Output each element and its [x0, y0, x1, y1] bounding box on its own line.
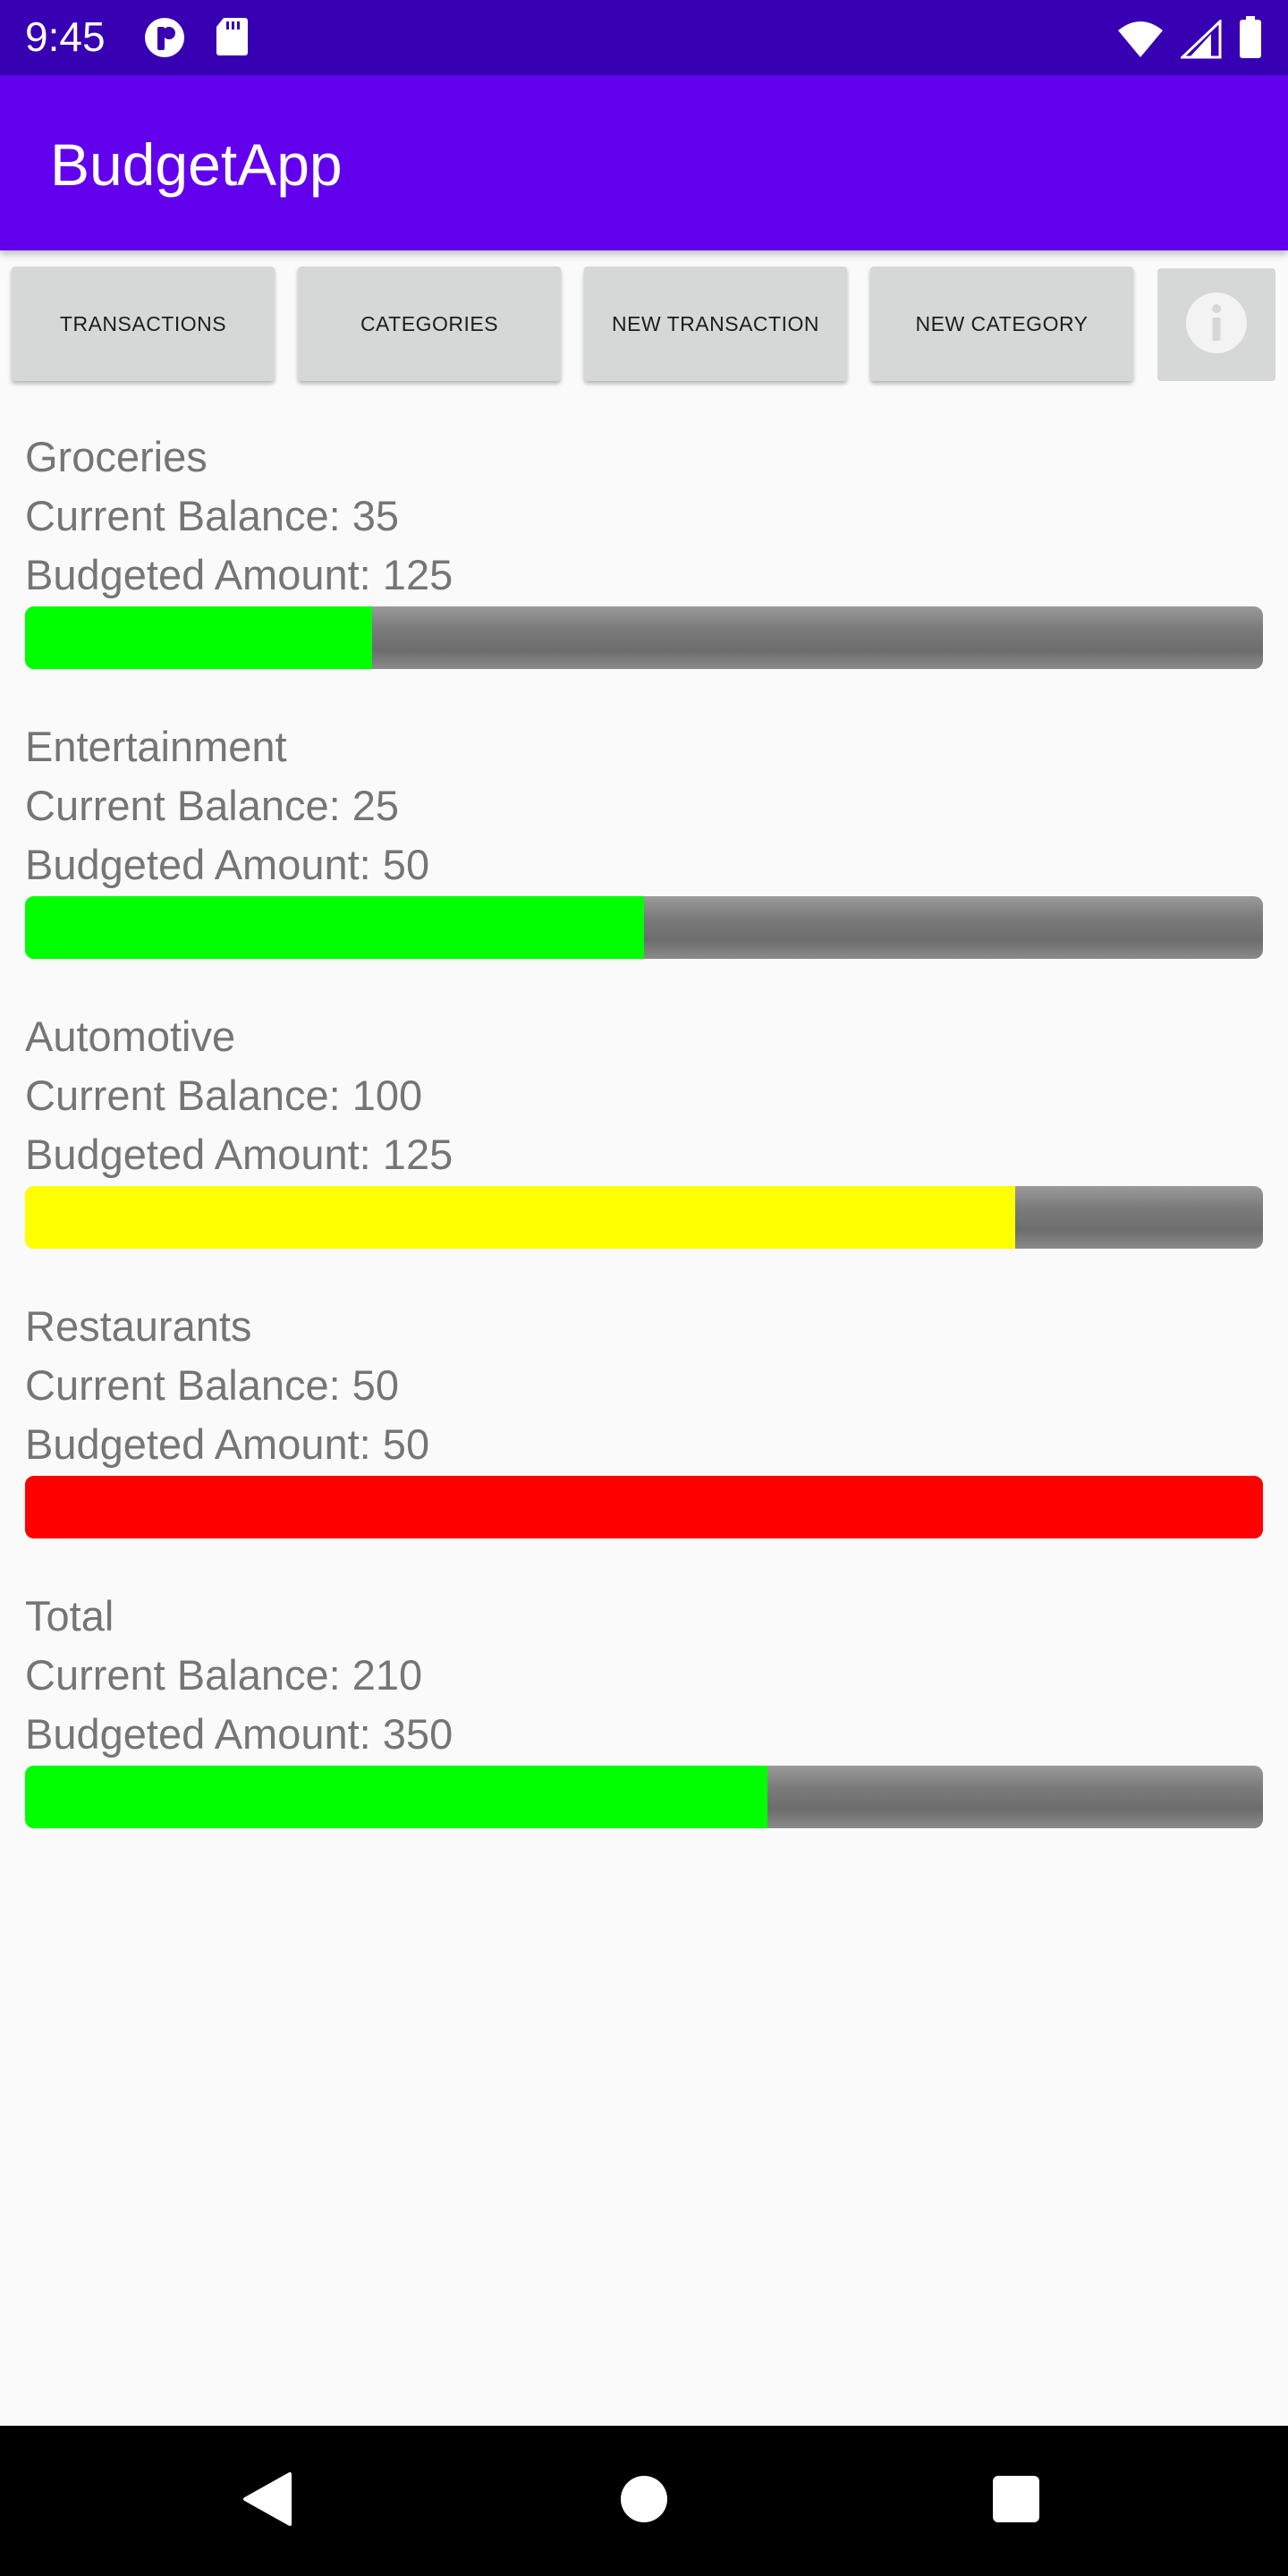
- category-item: Automotive Current Balance: 100 Budgeted…: [25, 1007, 1263, 1249]
- budgeted-amount-text: Budgeted Amount: 125: [25, 1131, 453, 1178]
- current-balance-text: Current Balance: 35: [25, 492, 400, 539]
- category-name: Entertainment: [25, 723, 287, 770]
- budget-progress-fill: [25, 606, 372, 669]
- budget-progress-bar: [25, 896, 1263, 959]
- category-name: Automotive: [25, 1013, 236, 1060]
- budget-progress-bar: [25, 1186, 1263, 1249]
- budget-progress-bar: [25, 606, 1263, 669]
- current-balance-text: Current Balance: 25: [25, 782, 400, 829]
- category-name: Groceries: [25, 433, 208, 480]
- current-balance-text: Current Balance: 100: [25, 1072, 423, 1119]
- app-title: BudgetApp: [50, 131, 343, 198]
- back-icon[interactable]: [242, 2470, 293, 2532]
- recents-icon[interactable]: [993, 2476, 1039, 2522]
- sd-card-icon: [215, 16, 249, 64]
- status-time: 9:45: [25, 13, 106, 60]
- new-category-button[interactable]: NEW CATEGORY: [870, 267, 1133, 381]
- app-bar: BudgetApp: [0, 75, 1288, 250]
- budget-progress-fill: [25, 1766, 768, 1828]
- category-item: Restaurants Current Balance: 50 Budgeted…: [25, 1297, 1263, 1538]
- category-item: Total Current Balance: 210 Budgeted Amou…: [25, 1587, 1263, 1828]
- tab-row: TRANSACTIONS CATEGORIES NEW TRANSACTION …: [0, 267, 1288, 383]
- budgeted-amount-text: Budgeted Amount: 350: [25, 1710, 453, 1758]
- category-item: Entertainment Current Balance: 25 Budget…: [25, 717, 1263, 959]
- budget-progress-fill: [25, 1476, 1263, 1538]
- budgeted-amount-text: Budgeted Amount: 125: [25, 551, 453, 598]
- category-item: Groceries Current Balance: 35 Budgeted A…: [25, 428, 1263, 669]
- wifi-icon: [1116, 20, 1165, 64]
- status-bar: 9:45: [0, 0, 1288, 75]
- cell-signal-icon: [1179, 18, 1222, 64]
- categories-tab-button[interactable]: CATEGORIES: [298, 267, 561, 381]
- battery-icon: [1238, 16, 1263, 64]
- transactions-tab-button[interactable]: TRANSACTIONS: [12, 267, 275, 381]
- category-name: Total: [25, 1592, 114, 1640]
- home-icon[interactable]: [621, 2476, 667, 2522]
- current-balance-text: Current Balance: 50: [25, 1361, 400, 1409]
- budget-progress-fill: [25, 1186, 1016, 1249]
- system-nav-bar: [0, 2426, 1288, 2576]
- info-icon: [1184, 291, 1249, 360]
- category-name: Restaurants: [25, 1302, 252, 1350]
- current-balance-text: Current Balance: 210: [25, 1651, 423, 1699]
- screen: 9:45 BudgetApp TRANSACTIONS CATEGORIES N…: [0, 0, 1288, 2576]
- info-button[interactable]: [1157, 268, 1275, 381]
- app-notification-icon: [143, 16, 188, 64]
- budgeted-amount-text: Budgeted Amount: 50: [25, 1420, 430, 1468]
- budget-progress-fill: [25, 896, 644, 959]
- budget-progress-bar: [25, 1766, 1263, 1828]
- budget-progress-bar: [25, 1476, 1263, 1538]
- budgeted-amount-text: Budgeted Amount: 50: [25, 841, 430, 888]
- new-transaction-button[interactable]: NEW TRANSACTION: [584, 267, 847, 381]
